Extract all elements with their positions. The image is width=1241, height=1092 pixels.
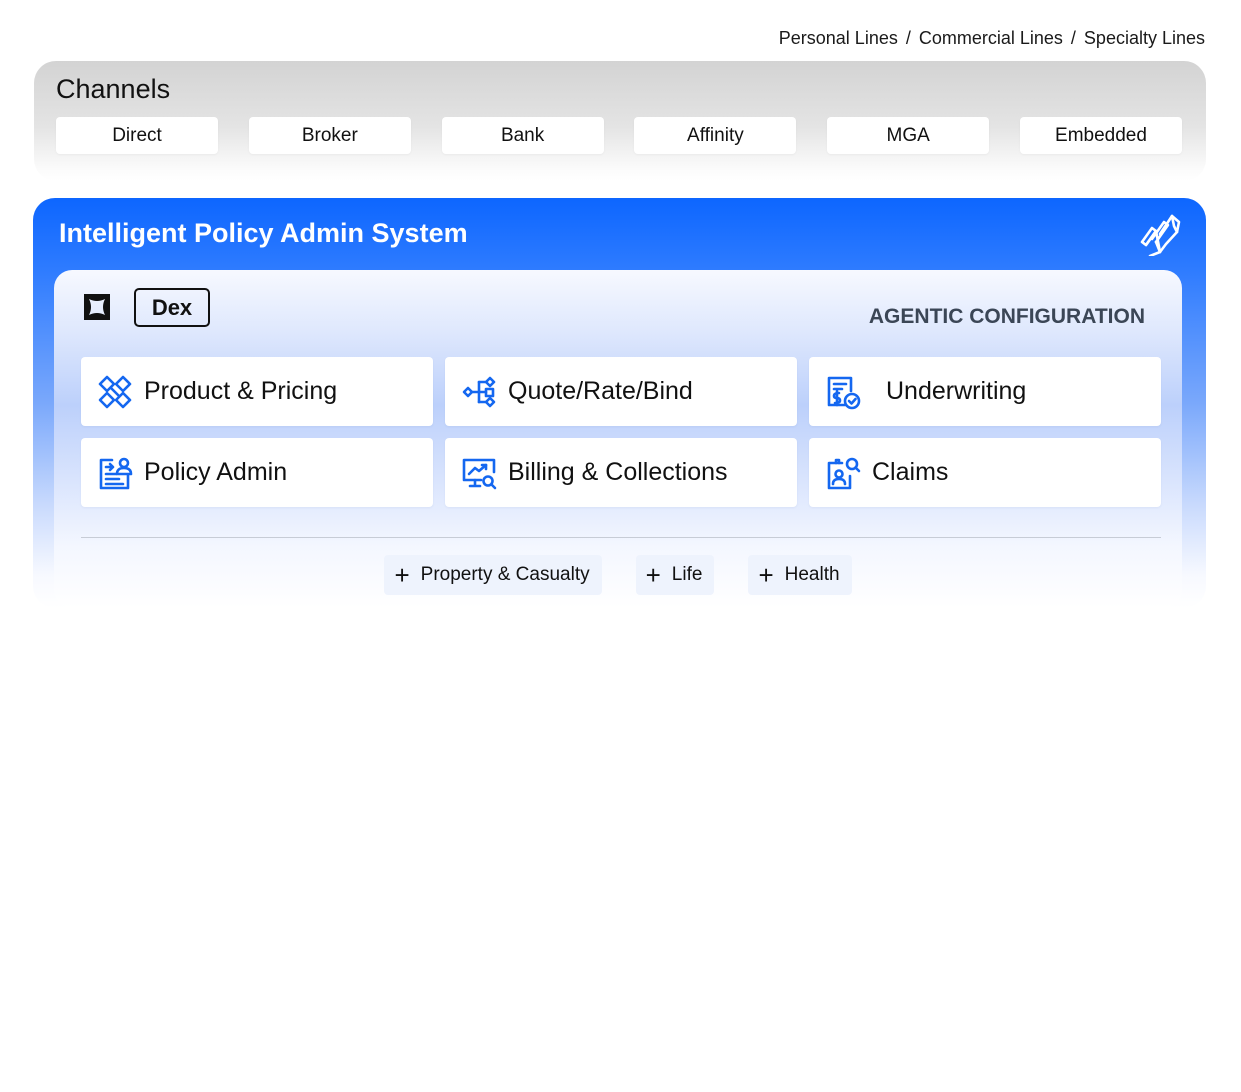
channels-title: Channels <box>56 74 171 104</box>
divider <box>81 537 1161 538</box>
dex-badge[interactable]: Dex <box>134 288 210 327</box>
breadcrumb-personal-lines[interactable]: Personal Lines <box>779 28 898 49</box>
lob-health[interactable]: + Health <box>748 555 852 595</box>
breadcrumb-specialty-lines[interactable]: Specialty Lines <box>1084 28 1205 49</box>
breadcrumb-commercial-lines[interactable]: Commercial Lines <box>919 28 1063 49</box>
module-label: Underwriting <box>886 377 1027 405</box>
module-label: Claims <box>872 458 949 486</box>
policy-admin-system-panel: Intelligent Policy Admin System Dex AGEN… <box>33 198 1206 608</box>
channel-embedded[interactable]: Embedded <box>1019 117 1182 154</box>
stacked-layers-icon <box>1140 214 1181 256</box>
channel-bank[interactable]: Bank <box>441 117 604 154</box>
lob-label: Property & Casualty <box>420 564 590 585</box>
document-person-icon <box>99 457 133 489</box>
channel-mga[interactable]: MGA <box>827 117 990 154</box>
module-underwriting[interactable]: Underwriting <box>809 357 1161 426</box>
flow-nodes-icon <box>462 376 496 407</box>
channels-panel: Channels Direct Broker Bank Affinity MGA… <box>34 61 1206 181</box>
monitor-chart-search-icon <box>462 458 497 489</box>
system-title: Intelligent Policy Admin System <box>59 218 468 248</box>
channel-direct[interactable]: Direct <box>56 117 218 154</box>
module-product-pricing[interactable]: Product & Pricing <box>81 357 433 426</box>
channel-list: Direct Broker Bank Affinity MGA Embedded <box>56 117 1182 154</box>
lob-property-casualty[interactable]: + Property & Casualty <box>384 555 602 595</box>
dex-configuration-panel: Dex AGENTIC CONFIGURATION Product & Pric… <box>54 270 1182 608</box>
module-policy-admin[interactable]: Policy Admin <box>81 438 433 507</box>
lob-label: Life <box>671 564 703 585</box>
plus-icon: + <box>645 560 661 590</box>
puzzle-diamond-icon <box>98 375 132 408</box>
module-quote-rate-bind[interactable]: Quote/Rate/Bind <box>445 357 797 426</box>
agentic-configuration-label: AGENTIC CONFIGURATION <box>868 305 1145 328</box>
breadcrumb-separator: / <box>1070 28 1076 48</box>
module-billing-collections[interactable]: Billing & Collections <box>445 438 797 507</box>
document-dollar-check-icon <box>827 376 861 409</box>
module-label: Policy Admin <box>144 458 288 486</box>
channel-affinity[interactable]: Affinity <box>634 117 797 154</box>
module-claims[interactable]: Claims <box>809 438 1161 507</box>
plus-icon: + <box>394 560 410 590</box>
module-label: Product & Pricing <box>144 377 338 405</box>
module-label: Billing & Collections <box>508 458 728 486</box>
lob-label: Health <box>784 564 840 585</box>
module-label: Quote/Rate/Bind <box>508 377 693 405</box>
dex-logo-icon <box>84 294 110 320</box>
breadcrumb: Personal Lines / Commercial Lines / Spec… <box>779 28 1205 49</box>
plus-icon: + <box>758 560 774 590</box>
breadcrumb-separator: / <box>905 28 911 48</box>
lines-of-business: + Property & Casualty + Life + Health <box>54 555 1182 595</box>
page: Personal Lines / Commercial Lines / Spec… <box>0 0 1241 1092</box>
badge-search-icon <box>827 457 861 489</box>
lob-life[interactable]: + Life <box>635 555 715 595</box>
channel-broker[interactable]: Broker <box>248 117 411 154</box>
